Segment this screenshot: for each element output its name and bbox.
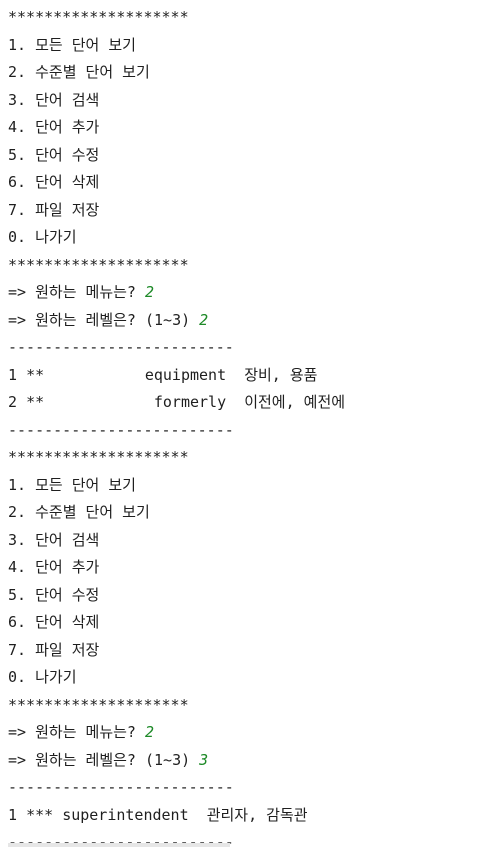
star-separator: ******************** bbox=[8, 8, 189, 26]
menu-item-view-by-level: 2. 수준별 단어 보기 bbox=[8, 503, 150, 521]
word-row-number: 1 bbox=[8, 805, 18, 824]
dash-separator: ------------------------- bbox=[8, 420, 234, 439]
menu-item-view-all: 1. 모든 단어 보기 bbox=[8, 35, 136, 54]
menu-prompt-line: => 원하는 메뉴는? 2 bbox=[8, 279, 480, 307]
menu-item-delete: 6. 단어 삭제 bbox=[8, 613, 100, 631]
word-row-stars: *** bbox=[26, 805, 54, 824]
word-meaning: 장비, 용품 bbox=[244, 365, 318, 384]
menu-prompt-line: => 원하는 메뉴는? 2 bbox=[8, 719, 480, 747]
menu-item-edit: 5. 단어 수정 bbox=[8, 145, 100, 164]
word-row: 1 ** equipment 장비, 용품 bbox=[8, 362, 480, 390]
word-text: equipment bbox=[144, 365, 227, 384]
word-row-stars: ** bbox=[26, 365, 45, 384]
menu-input: 2 bbox=[145, 723, 155, 741]
star-separator: ******************** bbox=[8, 448, 189, 466]
word-row: 1 *** superintendent 관리자, 감독관 bbox=[8, 802, 480, 830]
menu-item-exit: 0. 나가기 bbox=[8, 668, 77, 686]
menu-item-add: 4. 단어 추가 bbox=[8, 118, 100, 136]
word-meaning: 이전에, 예전에 bbox=[244, 393, 346, 411]
dash-separator: ------------------------- bbox=[8, 778, 234, 796]
selection-highlight bbox=[8, 843, 230, 847]
menu-item-delete: 6. 단어 삭제 bbox=[8, 173, 100, 191]
level-prompt-line: => 원하는 레벨은? (1~3) 2 bbox=[8, 307, 480, 335]
menu-item-save-file: 7. 파일 저장 bbox=[8, 640, 100, 659]
menu-item-exit: 0. 나가기 bbox=[8, 228, 77, 246]
menu-item-add: 4. 단어 추가 bbox=[8, 558, 100, 576]
console-output[interactable]: ******************** 1. 모든 단어 보기 2. 수준별 … bbox=[0, 0, 480, 851]
star-separator: ******************** bbox=[8, 255, 189, 274]
menu-item-search: 3. 단어 검색 bbox=[8, 90, 100, 109]
menu-item-search: 3. 단어 검색 bbox=[8, 530, 100, 549]
dash-separator: ------------------------- bbox=[8, 338, 234, 356]
word-row-number: 2 bbox=[8, 393, 18, 411]
level-input: 3 bbox=[199, 750, 209, 769]
menu-prompt: => 원하는 메뉴는? bbox=[8, 283, 145, 301]
word-text: formerly bbox=[153, 393, 227, 411]
word-row-number: 1 bbox=[8, 365, 18, 384]
level-prompt: => 원하는 레벨은? (1~3) bbox=[8, 310, 200, 329]
word-row: 2 ** formerly 이전에, 예전에 bbox=[8, 389, 480, 417]
word-row-stars: ** bbox=[26, 393, 45, 411]
menu-item-save-file: 7. 파일 저장 bbox=[8, 200, 100, 219]
level-prompt-line: => 원하는 레벨은? (1~3) 3 bbox=[8, 747, 480, 775]
menu-item-view-all: 1. 모든 단어 보기 bbox=[8, 475, 136, 494]
level-input: 2 bbox=[199, 310, 209, 329]
level-prompt: => 원하는 레벨은? (1~3) bbox=[8, 750, 200, 769]
word-text: superintendent bbox=[62, 805, 189, 824]
star-separator: ******************** bbox=[8, 695, 189, 714]
word-meaning: 관리자, 감독관 bbox=[206, 805, 308, 824]
menu-input: 2 bbox=[145, 283, 155, 301]
menu-item-edit: 5. 단어 수정 bbox=[8, 585, 100, 604]
menu-prompt: => 원하는 메뉴는? bbox=[8, 723, 145, 741]
menu-item-view-by-level: 2. 수준별 단어 보기 bbox=[8, 63, 150, 81]
